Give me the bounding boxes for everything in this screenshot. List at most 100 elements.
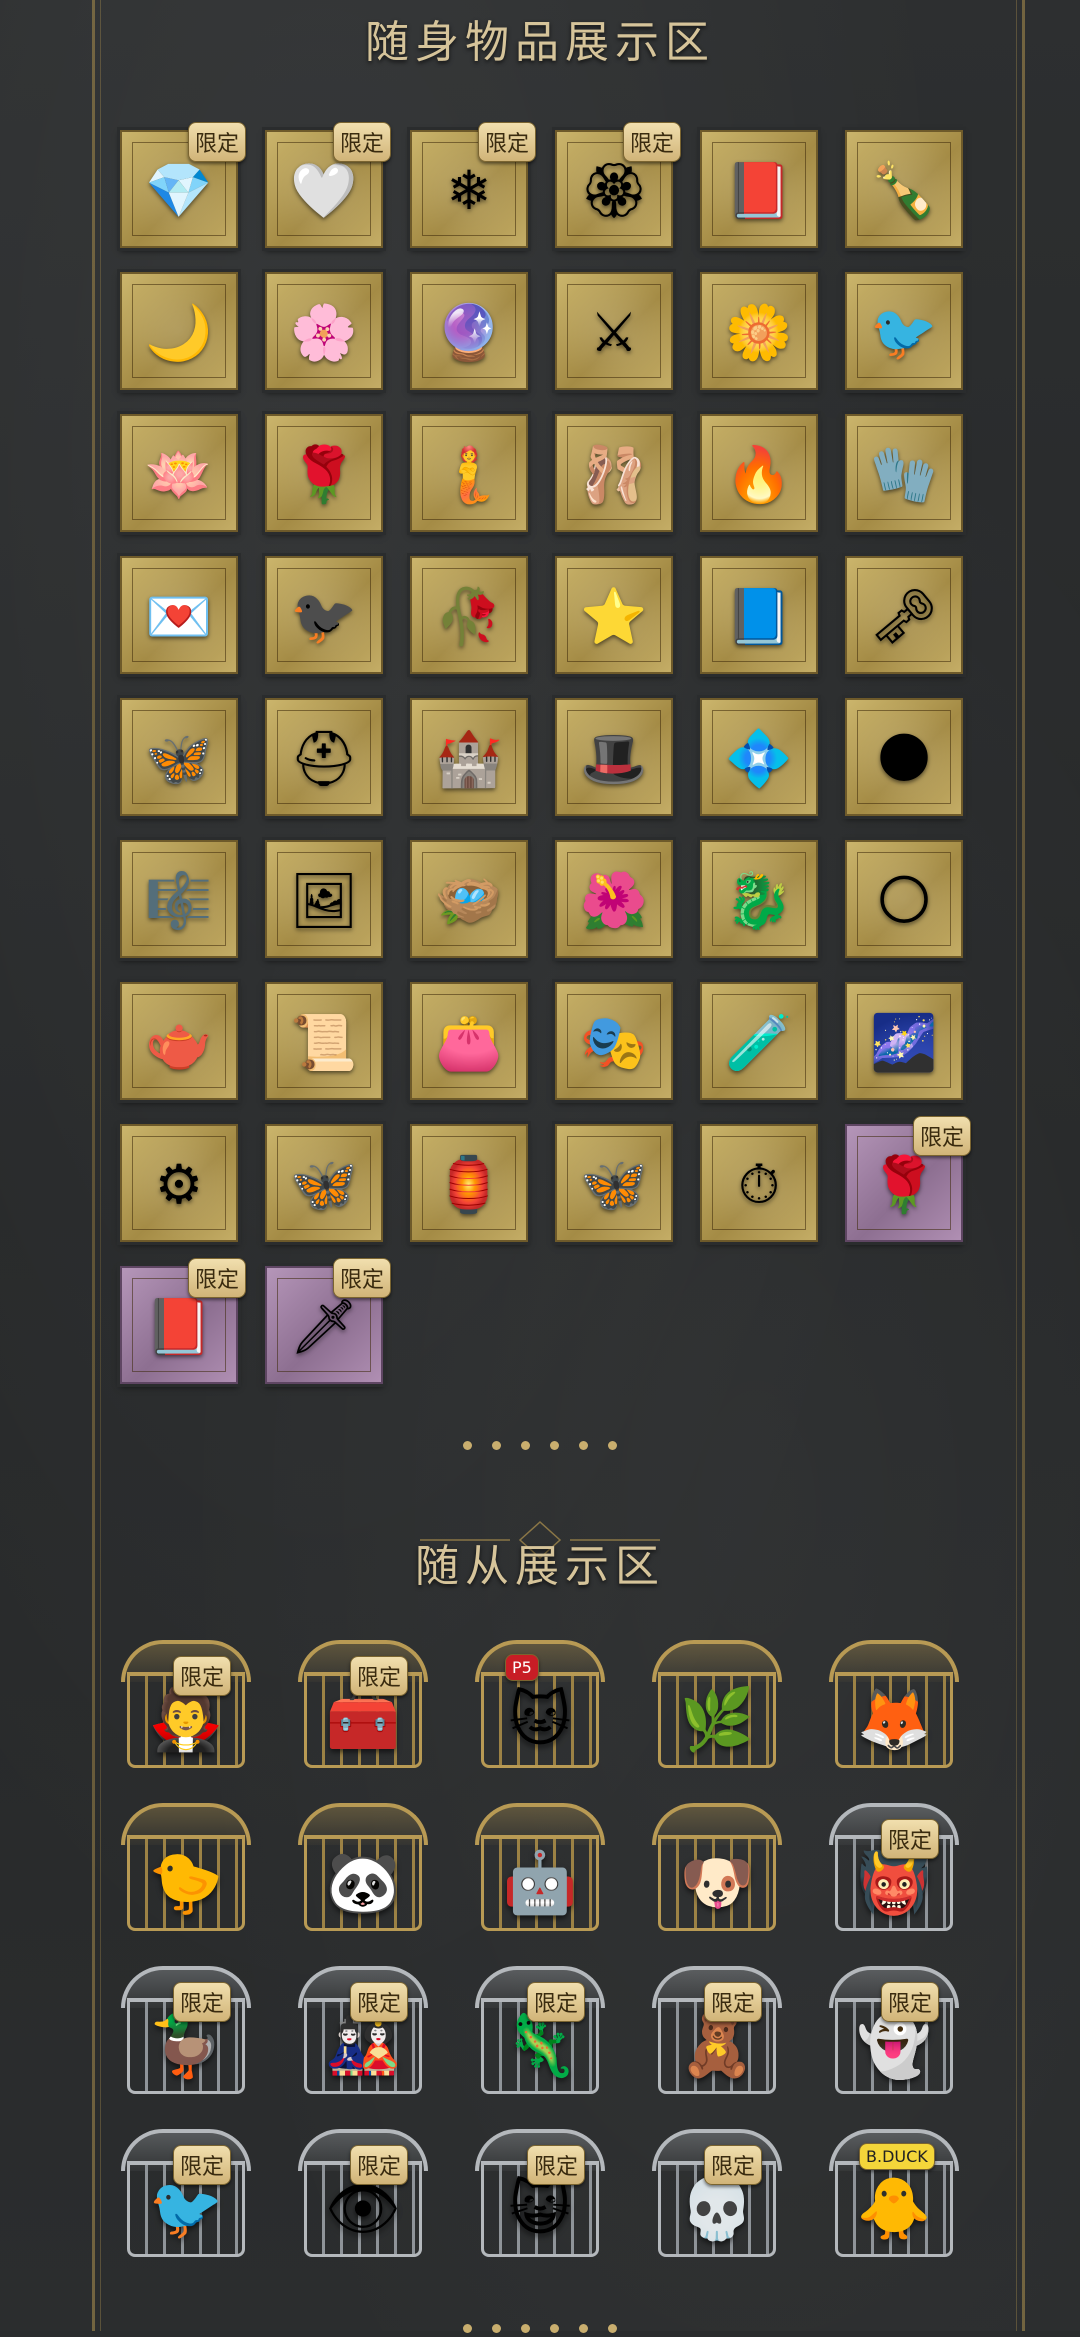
yellow-duck-icon: 🐥 bbox=[856, 2174, 932, 2245]
companion-item[interactable]: 👁 限定 bbox=[294, 2129, 432, 2267]
white-rose-icon: 🌹 bbox=[290, 443, 358, 507]
accessory-item[interactable]: 🌑 bbox=[842, 695, 966, 819]
accessory-item[interactable]: 🌸 bbox=[262, 269, 386, 393]
accessory-item[interactable]: 🔮 bbox=[407, 269, 531, 393]
limited-badge: 限定 bbox=[350, 1982, 409, 2022]
accessory-item[interactable]: 📕 限定 bbox=[117, 1258, 246, 1387]
companion-item[interactable]: 🐶 bbox=[648, 1803, 786, 1941]
harmonica-icon: 🎼 bbox=[145, 869, 213, 933]
accessory-item[interactable]: 🪷 bbox=[117, 411, 241, 535]
accessory-item[interactable]: 👛 bbox=[407, 979, 531, 1103]
accessory-item[interactable]: 🦋 bbox=[262, 1121, 386, 1245]
accessory-item[interactable]: ❄ 限定 bbox=[407, 122, 536, 251]
star-lantern-icon: ⭐ bbox=[580, 585, 648, 649]
accessory-item[interactable]: 💎 限定 bbox=[117, 122, 246, 251]
accessory-item[interactable]: 🌹 bbox=[262, 411, 386, 535]
accessory-item[interactable]: ⏱ bbox=[697, 1121, 821, 1245]
companion-item[interactable]: 🧸 限定 bbox=[648, 1966, 786, 2104]
accessory-item[interactable]: 🎩 bbox=[552, 695, 676, 819]
jade-ornament-icon: 🏵 bbox=[579, 159, 649, 223]
companion-item[interactable]: 👻 限定 bbox=[825, 1966, 963, 2104]
ice-dragon-icon: 🐉 bbox=[725, 869, 793, 933]
companion-item[interactable]: 🐼 bbox=[294, 1803, 432, 1941]
accessory-item[interactable]: 🎭 bbox=[552, 979, 676, 1103]
accessory-item[interactable]: 🌕 bbox=[842, 837, 966, 961]
accessory-item[interactable]: 🐦 bbox=[842, 269, 966, 393]
rose-bouquet-icon: 🌹 bbox=[870, 1153, 938, 1217]
red-chest-icon: 🧰 bbox=[325, 1685, 401, 1756]
companion-item[interactable]: 👹 限定 bbox=[825, 1803, 963, 1941]
blue-butterfly-icon: 🦋 bbox=[145, 727, 213, 791]
brand-tag: P5 bbox=[505, 1654, 539, 1681]
accessory-item[interactable]: 🏰 bbox=[407, 695, 531, 819]
accessory-item[interactable]: 🫖 bbox=[117, 979, 241, 1103]
accessory-item[interactable]: 🔥 bbox=[697, 411, 821, 535]
accessory-item[interactable]: 💠 bbox=[697, 695, 821, 819]
flower-monster-icon: 👹 bbox=[856, 1848, 932, 1919]
accessory-item[interactable]: 🖼 bbox=[262, 837, 386, 961]
accessory-item[interactable]: 📘 bbox=[697, 553, 821, 677]
accessory-item[interactable]: 🏮 bbox=[407, 1121, 531, 1245]
accessory-item[interactable]: 🗡 限定 bbox=[262, 1258, 391, 1387]
accessory-item[interactable]: 🤍 限定 bbox=[262, 122, 391, 251]
left-border-rail-inner bbox=[100, 0, 101, 2331]
torch-crystal-icon: 🔥 bbox=[725, 443, 793, 507]
accessory-item[interactable]: 🦋 bbox=[552, 1121, 676, 1245]
companion-item[interactable]: 🐦 限定 bbox=[117, 2129, 255, 2267]
companion-item[interactable]: 🐤 bbox=[117, 1803, 255, 1941]
accessory-item[interactable]: ⚙ bbox=[117, 1121, 241, 1245]
accessory-item[interactable]: 🌹 限定 bbox=[842, 1116, 971, 1245]
companion-item[interactable]: 🦎 限定 bbox=[471, 1966, 609, 2104]
blue-book-icon: 📘 bbox=[725, 585, 793, 649]
accessory-item[interactable]: 🐉 bbox=[697, 837, 821, 961]
golden-dagger-icon: 🗡 bbox=[289, 1295, 359, 1359]
gold-key-icon: 🗝 bbox=[869, 585, 939, 649]
accessory-item[interactable]: 🌌 bbox=[842, 979, 966, 1103]
accessory-item[interactable]: 🌙 bbox=[117, 269, 241, 393]
accessory-item[interactable]: 📕 bbox=[697, 127, 821, 251]
companion-item[interactable]: 💀 限定 bbox=[648, 2129, 786, 2267]
accessory-item[interactable]: 🌺 bbox=[552, 837, 676, 961]
accessory-item[interactable]: 🍾 bbox=[842, 127, 966, 251]
red-book-frame-icon: 📕 bbox=[145, 1295, 213, 1359]
companion-item[interactable]: 🌿 bbox=[648, 1640, 786, 1778]
ballerina-icon: 🩰 bbox=[580, 443, 648, 507]
accessory-item[interactable]: 🧤 bbox=[842, 411, 966, 535]
accessory-item[interactable]: 🧪 bbox=[697, 979, 821, 1103]
accessory-item[interactable]: 🥀 bbox=[407, 553, 531, 677]
accessory-item[interactable]: 🦋 bbox=[117, 695, 241, 819]
companion-item[interactable]: 😺 限定 bbox=[471, 2129, 609, 2267]
companion-item[interactable]: 🦆 限定 bbox=[117, 1966, 255, 2104]
heart-crystal-icon: 💎 bbox=[145, 159, 213, 223]
blossom-mask-icon: 🌺 bbox=[580, 869, 648, 933]
accessory-item[interactable]: 💌 bbox=[117, 553, 241, 677]
accessory-item[interactable]: 🧜 bbox=[407, 411, 531, 535]
accessory-item[interactable]: 🪺 bbox=[407, 837, 531, 961]
accessory-item[interactable]: 🗝 bbox=[842, 553, 966, 677]
companion-item[interactable]: 🤖 bbox=[471, 1803, 609, 1941]
limited-badge: 限定 bbox=[527, 1982, 586, 2022]
limited-badge: 限定 bbox=[704, 1982, 763, 2022]
winged-letter-icon: 💌 bbox=[145, 585, 213, 649]
robot-machine-icon: 🤖 bbox=[502, 1848, 578, 1919]
companion-item[interactable]: 🎎 限定 bbox=[294, 1966, 432, 2104]
accessory-item[interactable]: ⭐ bbox=[552, 553, 676, 677]
mech-claw-icon: ⚙ bbox=[154, 1153, 204, 1217]
accessory-item[interactable]: 🏵 限定 bbox=[552, 122, 681, 251]
accessory-item[interactable]: 🌼 bbox=[697, 269, 821, 393]
companion-item[interactable]: 🧛 限定 bbox=[117, 1640, 255, 1778]
companion-item[interactable]: 🦊 bbox=[825, 1640, 963, 1778]
accessory-item[interactable]: ⛑ bbox=[262, 695, 386, 819]
accessory-item[interactable]: 🎼 bbox=[117, 837, 241, 961]
accessory-item[interactable]: 🩰 bbox=[552, 411, 676, 535]
magic-orb-icon: 🔮 bbox=[435, 301, 503, 365]
accessory-item[interactable]: ⚔ bbox=[552, 269, 676, 393]
plant-spirit-icon: 🌿 bbox=[679, 1685, 755, 1756]
ice-castle-icon: 🏰 bbox=[435, 727, 503, 791]
accessory-item[interactable]: 📜 bbox=[262, 979, 386, 1103]
companion-item[interactable]: 🐱 P5 bbox=[471, 1640, 609, 1778]
section-divider-dots bbox=[0, 1435, 1080, 1454]
companion-item[interactable]: 🐥 B.DUCK bbox=[825, 2129, 963, 2267]
accessory-item[interactable]: 🐦‍⬛ bbox=[262, 553, 386, 677]
companion-item[interactable]: 🧰 限定 bbox=[294, 1640, 432, 1778]
